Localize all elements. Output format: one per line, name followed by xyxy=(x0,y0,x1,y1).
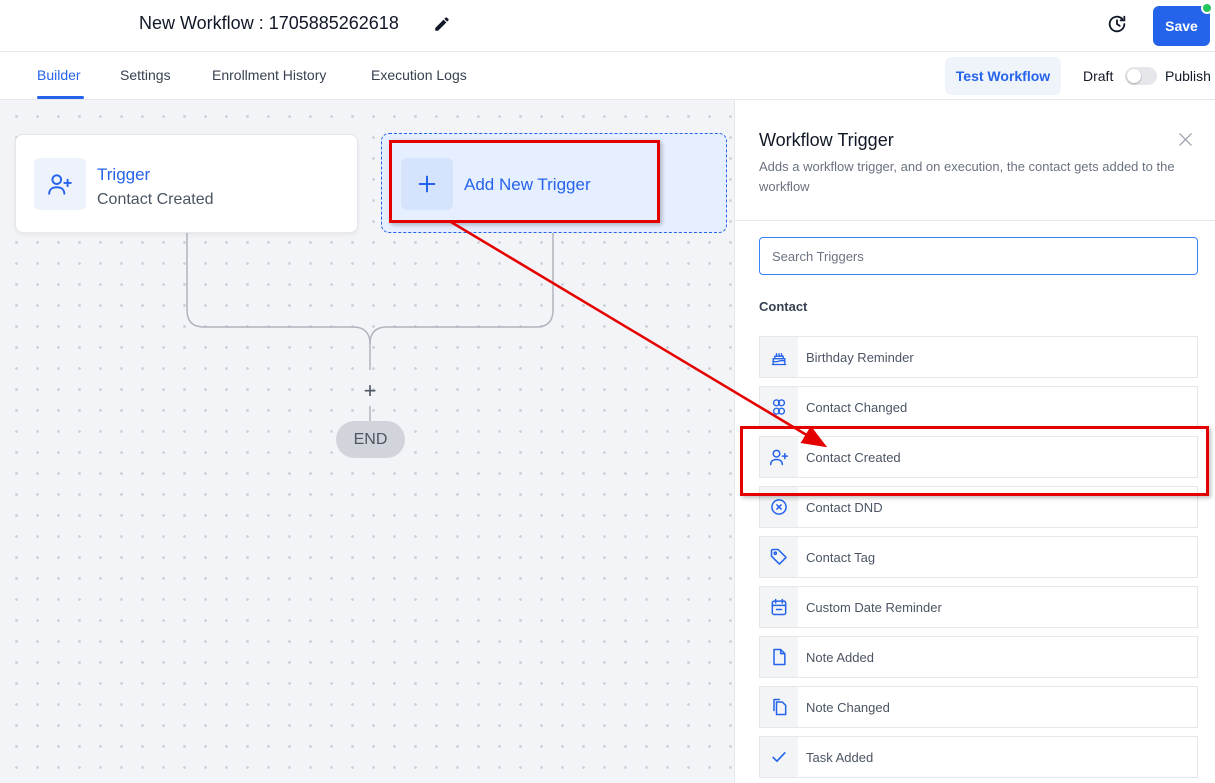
trigger-item-label: Note Added xyxy=(806,650,874,665)
section-label-contact: Contact xyxy=(759,299,808,314)
trigger-card-subtitle: Contact Created xyxy=(97,191,214,208)
trigger-item-label: Task Added xyxy=(806,750,874,765)
trigger-item-custom-date-reminder[interactable]: Custom Date Reminder xyxy=(759,586,1198,628)
status-dot xyxy=(1201,2,1213,14)
user-plus-icon xyxy=(769,449,789,466)
trigger-item-note-changed[interactable]: Note Changed xyxy=(759,686,1198,728)
tab-execution-logs[interactable]: Execution Logs xyxy=(371,67,467,83)
trigger-item-label: Contact Tag xyxy=(806,550,876,565)
end-node: END xyxy=(336,421,405,458)
search-triggers-input[interactable] xyxy=(759,237,1198,275)
workflow-canvas[interactable]: Trigger Contact Created Add New Trigger … xyxy=(0,100,734,783)
panel-title: Workflow Trigger xyxy=(759,130,894,150)
workflow-title: New Workflow : 1705885262618 xyxy=(139,13,399,33)
trigger-item-label: Contact DND xyxy=(806,500,883,515)
item-icon-box xyxy=(760,437,798,477)
trigger-list: Birthday Reminder Contact Changed Contac… xyxy=(759,336,1198,783)
trigger-item-label: Birthday Reminder xyxy=(806,350,914,365)
item-icon-box xyxy=(760,337,798,377)
item-icon-box xyxy=(760,687,798,727)
tag-icon xyxy=(770,548,787,565)
trigger-item-label: Note Changed xyxy=(806,700,890,715)
item-icon-box xyxy=(760,637,798,677)
active-tab-indicator xyxy=(37,96,84,99)
cake-icon xyxy=(771,353,787,366)
trigger-item-label: Contact Changed xyxy=(806,400,908,415)
tab-builder[interactable]: Builder xyxy=(37,67,81,83)
panel-description: Adds a workflow trigger, and on executio… xyxy=(759,159,1175,194)
add-new-trigger-card[interactable]: Add New Trigger xyxy=(381,133,727,233)
publish-label: Publish xyxy=(1165,68,1211,84)
top-header: New Workflow : 1705885262618 Save xyxy=(0,0,1215,52)
plus-icon xyxy=(418,175,436,193)
clock-history-icon[interactable] xyxy=(1106,13,1128,35)
add-step-button[interactable]: + xyxy=(360,380,380,402)
item-icon-box xyxy=(760,537,798,577)
publish-toggle[interactable] xyxy=(1125,67,1157,85)
trigger-item-task-added[interactable]: Task Added xyxy=(759,736,1198,778)
tab-bar: Builder Settings Enrollment History Exec… xyxy=(0,52,1215,100)
close-icon[interactable] xyxy=(1177,131,1194,148)
trigger-item-contact-tag[interactable]: Contact Tag xyxy=(759,536,1198,578)
tab-enrollment-history[interactable]: Enrollment History xyxy=(212,67,326,83)
draft-label: Draft xyxy=(1083,68,1114,84)
trigger-card-title: Trigger xyxy=(97,165,151,184)
item-icon-box xyxy=(760,737,798,777)
trigger-item-birthday-reminder[interactable]: Birthday Reminder xyxy=(759,336,1198,378)
check-icon xyxy=(772,752,786,762)
trigger-item-label: Contact Created xyxy=(806,450,901,465)
pencil-icon[interactable] xyxy=(433,15,451,33)
trigger-item-label: Custom Date Reminder xyxy=(806,600,942,615)
trigger-card[interactable]: Trigger Contact Created xyxy=(15,134,358,233)
trigger-card-icon-box xyxy=(34,158,86,210)
workflow-builder-screen: New Workflow : 1705885262618 Save Builde… xyxy=(0,0,1215,783)
save-button[interactable]: Save xyxy=(1153,6,1210,46)
add-new-trigger-label: Add New Trigger xyxy=(464,175,591,194)
item-icon-box xyxy=(760,387,798,427)
circle-x-icon xyxy=(771,499,787,515)
panel-divider xyxy=(735,220,1215,221)
toggle-knob xyxy=(1127,69,1141,83)
calendar-icon xyxy=(771,598,787,616)
item-icon-box xyxy=(760,587,798,627)
trigger-item-contact-changed[interactable]: Contact Changed xyxy=(759,386,1198,428)
file-icon xyxy=(773,648,786,666)
tab-settings[interactable]: Settings xyxy=(120,67,171,83)
trigger-item-contact-dnd[interactable]: Contact DND xyxy=(759,486,1198,528)
user-plus-icon xyxy=(48,174,72,195)
test-workflow-button[interactable]: Test Workflow xyxy=(945,57,1061,95)
trigger-item-note-added[interactable]: Note Added xyxy=(759,636,1198,678)
workflow-trigger-panel: Workflow Trigger Adds a workflow trigger… xyxy=(734,100,1215,783)
add-trigger-icon-box xyxy=(401,158,453,210)
users-icon xyxy=(772,399,786,415)
files-icon xyxy=(773,698,787,716)
item-icon-box xyxy=(760,487,798,527)
trigger-item-contact-created[interactable]: Contact Created xyxy=(759,436,1198,478)
